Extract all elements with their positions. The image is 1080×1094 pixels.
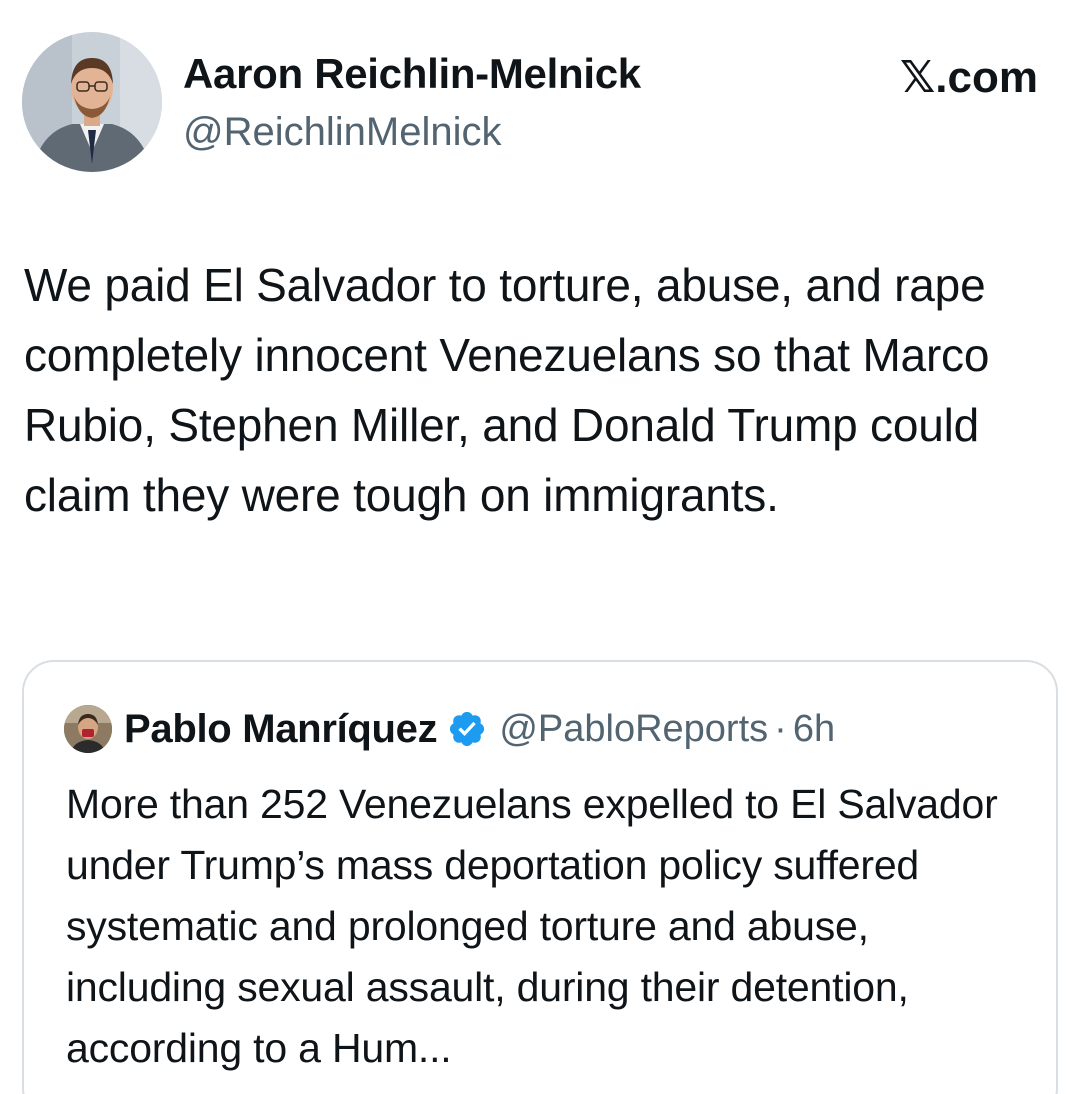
tweet-screenshot: Aaron Reichlin-Melnick @ReichlinMelnick … — [0, 0, 1080, 1094]
site-label: 𝕏.com — [899, 53, 1038, 102]
tweet-text: We paid El Salvador to torture, abuse, a… — [24, 259, 990, 521]
quoted-tweet-text: More than 252 Venezuelans expelled to El… — [66, 781, 998, 1071]
author-avatar[interactable] — [22, 32, 162, 172]
quoted-author-handle[interactable]: @PabloReports — [499, 708, 768, 751]
quoted-avatar-image — [64, 705, 112, 753]
quoted-tweet-card[interactable]: Pablo Manríquez @PabloReports · 6h More … — [22, 660, 1058, 1094]
tweet-header: Aaron Reichlin-Melnick @ReichlinMelnick … — [20, 30, 1060, 175]
author-avatar-image — [22, 32, 162, 172]
verified-badge-icon — [447, 709, 487, 749]
author-handle[interactable]: @ReichlinMelnick — [183, 110, 501, 155]
quoted-tweet-timestamp[interactable]: 6h — [793, 708, 835, 751]
separator-dot: · — [774, 707, 787, 750]
author-name[interactable]: Aaron Reichlin-Melnick — [183, 50, 641, 98]
quoted-author-name[interactable]: Pablo Manríquez — [124, 707, 438, 752]
quoted-author-avatar[interactable] — [64, 705, 112, 753]
quoted-tweet-header: Pablo Manríquez @PabloReports · 6h — [64, 702, 835, 756]
